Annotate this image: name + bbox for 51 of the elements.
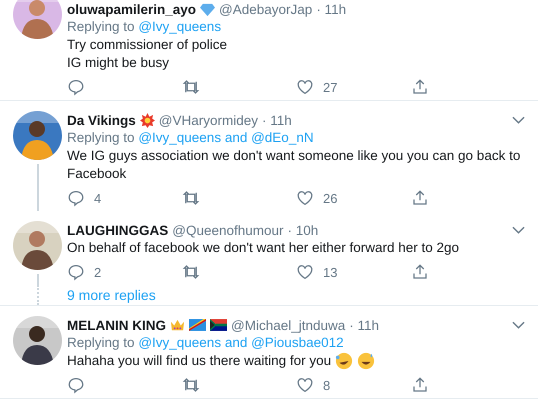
retweet-icon[interactable]	[182, 189, 200, 207]
user-handle: @VHaryormidey	[158, 112, 258, 128]
share-icon[interactable]	[410, 376, 428, 394]
like-count: 27	[323, 80, 338, 94]
retweet-icon[interactable]	[182, 376, 200, 394]
reply-count: 2	[94, 264, 102, 280]
retweet-icon[interactable]	[182, 78, 200, 96]
laughing-face-icon	[335, 352, 354, 370]
reply-icon[interactable]	[67, 376, 85, 394]
user-name[interactable]: MELANIN KING	[67, 318, 166, 332]
user-handle: @Michael_jtnduwa	[231, 318, 346, 332]
heart-icon[interactable]	[296, 263, 314, 281]
replying-label: Replying to	[67, 130, 135, 145]
timestamp: · 11h	[349, 318, 380, 332]
diamond-icon	[200, 2, 216, 16]
chevron-down-icon[interactable]	[512, 116, 525, 124]
tweet-text: We IG guys association we don't want someone like you you can go back to Facebook	[67, 147, 522, 183]
reply-icon[interactable]	[67, 263, 85, 281]
replying-label: Replying to	[67, 335, 135, 350]
timestamp: · 10h	[288, 222, 318, 238]
user-handle: @Queenofhumour	[172, 222, 284, 238]
retweet-icon[interactable]	[182, 263, 200, 281]
like-count: 26	[323, 190, 338, 206]
chevron-down-icon[interactable]	[512, 321, 525, 329]
replying-label: Replying to	[67, 19, 135, 34]
reply-icon[interactable]	[67, 189, 85, 207]
share-icon[interactable]	[410, 189, 428, 207]
user-name[interactable]: oluwapamilerin_ayo	[67, 2, 196, 16]
user-name[interactable]: LAUGHINGGAS	[67, 222, 168, 238]
tweet-text: Try commissioner of police IG might be busy	[67, 36, 228, 72]
explosion-icon	[140, 112, 155, 128]
tweet-text: Hahaha you will find us there waiting for you	[67, 352, 332, 370]
crown-icon	[170, 318, 185, 332]
like-count: 8	[323, 378, 330, 392]
share-icon[interactable]	[410, 78, 428, 96]
like-count: 13	[323, 264, 338, 280]
chevron-down-icon[interactable]	[512, 226, 525, 234]
flag-icon	[189, 319, 206, 331]
tweet-text: On behalf of facebook we don't want her either forward her to 2go	[67, 239, 460, 257]
sweat-smile-face-icon	[357, 352, 376, 370]
user-name[interactable]: Da Vikings	[67, 112, 136, 128]
heart-icon[interactable]	[296, 78, 314, 96]
heart-icon[interactable]	[296, 189, 314, 207]
flag-icon	[210, 319, 227, 331]
heart-icon[interactable]	[296, 376, 314, 394]
timestamp: · 11h	[316, 2, 346, 16]
timestamp: · 11h	[262, 112, 292, 128]
share-icon[interactable]	[410, 263, 428, 281]
user-handle: @AdebayorJap	[219, 2, 312, 16]
reply-count: 4	[94, 190, 102, 206]
reply-icon[interactable]	[67, 78, 85, 96]
